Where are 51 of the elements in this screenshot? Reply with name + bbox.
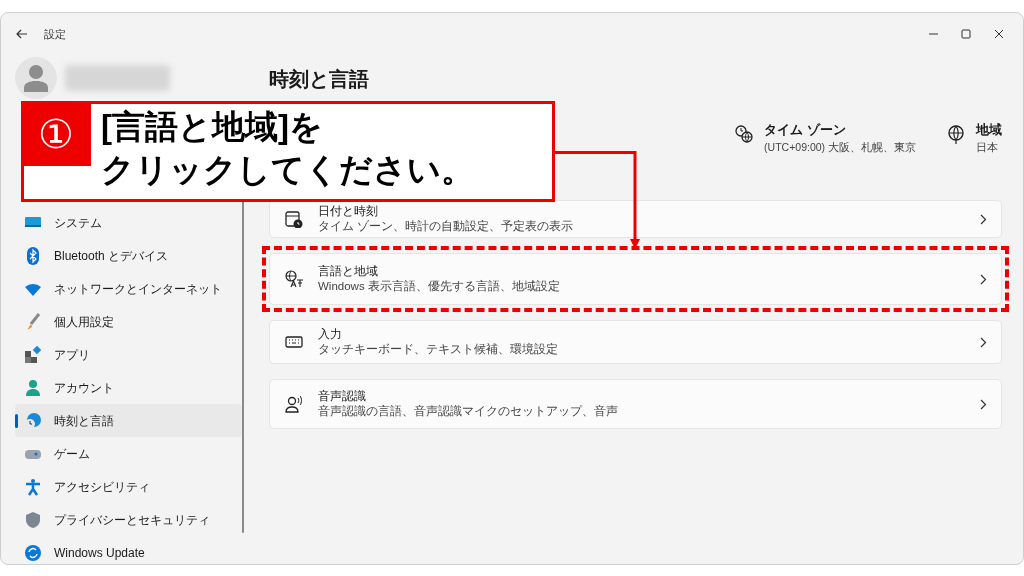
chevron-icon: [980, 336, 987, 348]
settings-card[interactable]: 入力 タッチキーボード、テキスト候補、環境設定: [269, 320, 1002, 364]
avatar[interactable]: [15, 57, 57, 99]
card-title: 入力: [318, 326, 343, 343]
settings-card[interactable]: 言語と地域 Windows 表示言語、優先する言語、地域設定: [269, 253, 1002, 305]
language-icon: [285, 270, 303, 288]
keyboard-icon: [285, 333, 303, 351]
chevron-icon: [980, 273, 987, 285]
sidebar-item[interactable]: Bluetooth とデバイス: [15, 239, 242, 272]
person-voice-icon: [285, 395, 303, 413]
page-title: 時刻と言語: [269, 67, 370, 92]
accessibility-icon: [24, 477, 42, 496]
person-icon: [24, 378, 42, 397]
card-title: 音声認識: [318, 388, 367, 405]
card-title: 言語と地域: [318, 263, 379, 280]
info-value: (UTC+09:00) 大阪、札幌、東京: [764, 139, 916, 155]
chevron-icon: [980, 398, 987, 410]
shield-icon: [24, 510, 42, 529]
sidebar-item[interactable]: ゲーム: [15, 437, 242, 470]
back-icon[interactable]: [16, 29, 28, 39]
brush-icon: [24, 312, 42, 331]
bluetooth-icon: [24, 246, 42, 265]
step-number: ①: [21, 101, 91, 166]
globe-clock-icon: [24, 411, 42, 430]
sidebar-item[interactable]: アプリ: [15, 338, 242, 371]
card-title: 日付と時刻: [318, 203, 379, 220]
time-zone-icon: [734, 124, 755, 144]
update-icon: [24, 543, 42, 562]
info-value: 日本: [976, 139, 999, 155]
apps-icon: [24, 345, 42, 364]
window-title: 設定: [44, 26, 66, 42]
card-subtitle: Windows 表示言語、優先する言語、地域設定: [318, 279, 560, 295]
card-subtitle: タッチキーボード、テキスト候補、環境設定: [318, 342, 558, 358]
settings-card[interactable]: 日付と時刻 タイム ゾーン、時計の自動設定、予定表の表示: [269, 200, 1002, 238]
sidebar-item[interactable]: アカウント: [15, 371, 242, 404]
sidebar-item[interactable]: プライバシーとセキュリティ: [15, 503, 242, 536]
chevron-icon: [980, 213, 987, 225]
callout-text: [言語と地域]を クリックしてください。: [100, 107, 474, 190]
sidebar-item[interactable]: ネットワークとインターネット: [15, 272, 242, 305]
settings-card[interactable]: 音声認識 音声認識の言語、音声認識マイクのセットアップ、音声: [269, 379, 1002, 429]
sidebar-item[interactable]: アクセシビリティ: [15, 470, 242, 503]
sidebar-item[interactable]: システム: [15, 206, 242, 239]
sidebar-item[interactable]: 時刻と言語: [15, 404, 242, 437]
sidebar-item[interactable]: 個人用設定: [15, 305, 242, 338]
sidebar-item[interactable]: Windows Update: [15, 536, 242, 564]
info-label: 地域: [976, 122, 1002, 139]
calendar-clock-icon: [285, 210, 303, 228]
globe-icon: [946, 124, 966, 144]
card-subtitle: タイム ゾーン、時計の自動設定、予定表の表示: [318, 219, 574, 235]
card-subtitle: 音声認識の言語、音声認識マイクのセットアップ、音声: [318, 404, 618, 420]
info-label: タイム ゾーン: [764, 122, 847, 139]
